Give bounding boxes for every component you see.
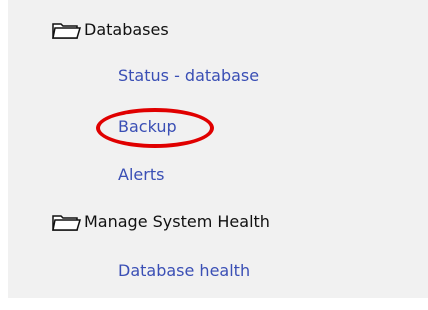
tree-item-alerts[interactable]: Alerts (118, 165, 164, 184)
folder-icon (52, 213, 82, 231)
navigation-panel (8, 0, 428, 298)
tree-group-label: Manage System Health (84, 212, 270, 231)
folder-icon (52, 21, 82, 39)
tree-item-backup[interactable]: Backup (118, 117, 177, 136)
tree-group-databases[interactable]: Databases (52, 20, 169, 39)
tree-item-status-database[interactable]: Status - database (118, 66, 259, 85)
tree-item-database-health[interactable]: Database health (118, 261, 250, 280)
tree-group-label: Databases (84, 20, 169, 39)
tree-group-manage-system-health[interactable]: Manage System Health (52, 212, 270, 231)
